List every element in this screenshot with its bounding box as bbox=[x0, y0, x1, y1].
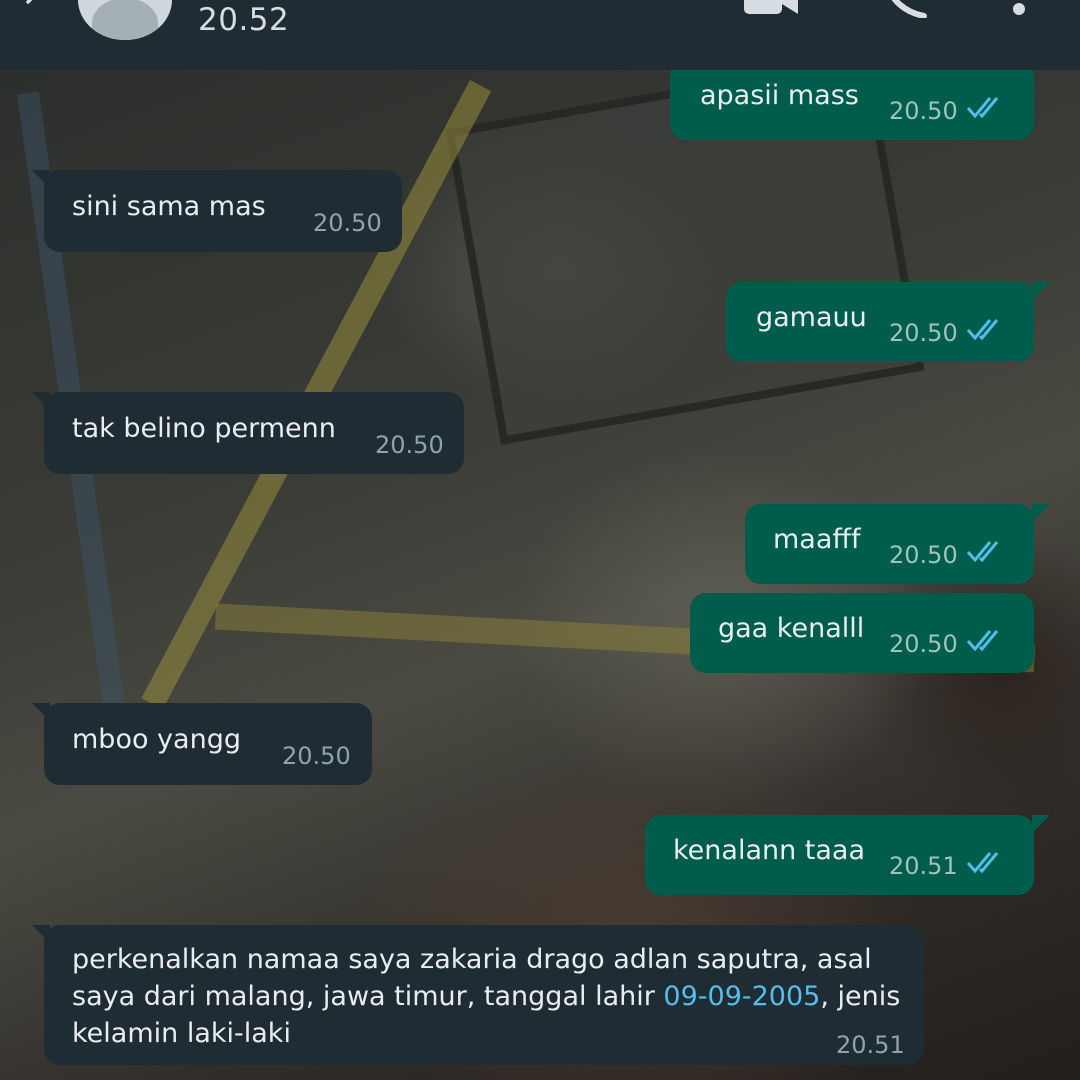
message-bubble-incoming[interactable]: tak belino permenn 20.50 bbox=[32, 392, 464, 474]
message-text: apasii mass bbox=[700, 80, 859, 111]
message-bubble-outgoing[interactable]: apasii mass 20.50 bbox=[670, 60, 1034, 140]
message-time: 20.50 bbox=[313, 209, 382, 237]
message-text: mboo yangg bbox=[72, 724, 241, 755]
bubble-tail bbox=[32, 925, 50, 943]
double-check-icon bbox=[966, 97, 999, 119]
message-bubble-outgoing[interactable]: gaa kenalll 20.50 bbox=[690, 593, 1034, 673]
message-time: 20.50 bbox=[282, 742, 351, 770]
message-text: maafff bbox=[773, 524, 861, 555]
message-bubble-outgoing[interactable]: maafff 20.50 bbox=[745, 504, 1050, 584]
last-seen-status[interactable]: 20.52 bbox=[198, 2, 289, 38]
message-time: 20.50 bbox=[375, 431, 444, 459]
double-check-icon bbox=[966, 630, 999, 652]
message-time: 20.51 bbox=[836, 1031, 905, 1059]
bubble-tail bbox=[1032, 282, 1050, 300]
more-vertical-icon[interactable] bbox=[1010, 0, 1028, 18]
bubble-tail bbox=[1032, 504, 1050, 522]
message-time: 20.50 bbox=[889, 319, 958, 347]
video-camera-icon[interactable] bbox=[742, 0, 800, 16]
message-text: gaa kenalll bbox=[718, 613, 865, 644]
contact-avatar[interactable] bbox=[78, 0, 172, 40]
message-time: 20.50 bbox=[889, 541, 958, 569]
double-check-icon bbox=[966, 541, 999, 563]
message-text: kenalann taaa bbox=[673, 835, 866, 866]
avatar-shoulders bbox=[92, 0, 158, 40]
double-check-icon bbox=[966, 852, 999, 874]
message-text: tak belino permenn bbox=[72, 413, 336, 444]
date-link[interactable]: 09-09-2005 bbox=[663, 981, 820, 1012]
message-bubble-incoming[interactable]: perkenalkan namaa saya zakaria drago adl… bbox=[32, 925, 924, 1065]
message-text: sini sama mas bbox=[72, 191, 266, 222]
message-bubble-incoming[interactable]: sini sama mas 20.50 bbox=[32, 170, 402, 252]
message-bubble-incoming[interactable]: mboo yangg 20.50 bbox=[32, 703, 372, 785]
double-check-icon bbox=[966, 319, 999, 341]
message-text: gamauu bbox=[756, 302, 867, 333]
message-time: 20.50 bbox=[889, 97, 958, 125]
phone-icon[interactable] bbox=[884, 0, 930, 18]
bubble-tail bbox=[1032, 815, 1050, 833]
arrow-back-icon[interactable] bbox=[20, 0, 50, 16]
message-text: perkenalkan namaa saya zakaria drago adl… bbox=[72, 941, 902, 1052]
message-bubble-outgoing[interactable]: kenalann taaa 20.51 bbox=[645, 815, 1050, 895]
message-time: 20.50 bbox=[889, 630, 958, 658]
message-time: 20.51 bbox=[889, 852, 958, 880]
bubble-tail bbox=[32, 170, 50, 188]
bubble-tail bbox=[32, 392, 50, 410]
chat-header: 20.52 bbox=[0, 0, 1080, 70]
message-bubble-outgoing[interactable]: gamauu 20.50 bbox=[726, 282, 1050, 362]
bubble-tail bbox=[32, 703, 50, 721]
